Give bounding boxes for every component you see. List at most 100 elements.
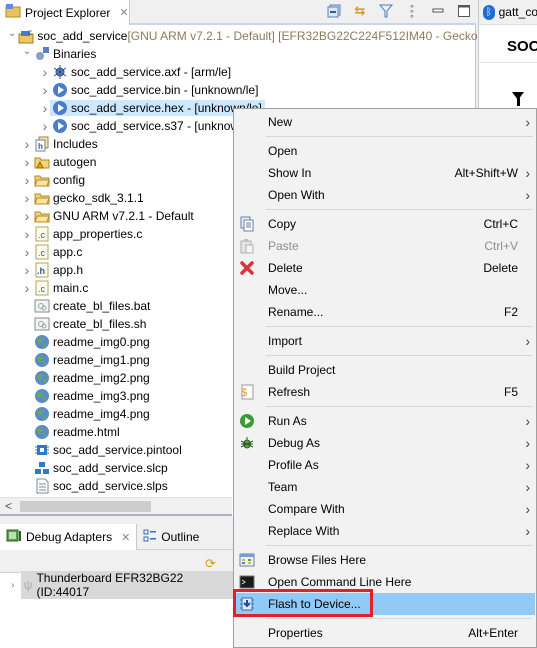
menu-item-shortcut: Delete bbox=[483, 261, 518, 275]
tree-item-content[interactable]: soc_add_service.slcp bbox=[32, 460, 171, 476]
tree-item-label: soc_add_service.slcp bbox=[53, 461, 168, 475]
collapse-all-icon[interactable] bbox=[326, 3, 342, 19]
chevron-right-icon[interactable]: › bbox=[40, 82, 50, 98]
tree-item-content[interactable]: gecko_sdk_3.1.1 bbox=[32, 190, 147, 206]
tree-item-content[interactable]: GNU ARM v7.2.1 - Default bbox=[32, 208, 197, 224]
tree-item-content[interactable]: readme_img3.png bbox=[32, 388, 153, 404]
tree-item-content[interactable]: autogen bbox=[32, 154, 99, 170]
tree-item-content[interactable]: config bbox=[32, 172, 88, 188]
filter-icon[interactable] bbox=[378, 3, 394, 19]
menu-item-show-in[interactable]: Show In Alt+Shift+W › bbox=[236, 162, 535, 184]
tree-item-content[interactable]: readme.html bbox=[32, 424, 123, 440]
chevron-right-icon[interactable]: › bbox=[40, 100, 50, 116]
menu-item-run-as[interactable]: Run As › bbox=[236, 410, 535, 432]
chevron-right-icon[interactable]: › bbox=[22, 226, 32, 242]
tree-item-content[interactable]: soc_add_service.pintool bbox=[32, 442, 185, 458]
copy-icon bbox=[239, 216, 255, 232]
menu-item-delete[interactable]: Delete Delete bbox=[236, 257, 535, 279]
menu-item-move[interactable]: Move... bbox=[236, 279, 535, 301]
chevron-right-icon[interactable]: › bbox=[22, 154, 32, 170]
chevron-right-icon[interactable]: › bbox=[40, 118, 50, 134]
menu-item-compare-with[interactable]: Compare With › bbox=[236, 498, 535, 520]
pintool-icon bbox=[34, 442, 50, 458]
menu-item-refresh[interactable]: $ Refresh F5 bbox=[236, 381, 535, 403]
chevron-right-icon[interactable]: › bbox=[22, 190, 32, 206]
tree-item-label: readme_img4.png bbox=[53, 407, 150, 421]
link-with-editor-icon[interactable]: ⇆ bbox=[352, 3, 368, 19]
menu-item-open-with[interactable]: Open With › bbox=[236, 184, 535, 206]
menu-item-copy[interactable]: Copy Ctrl+C bbox=[236, 213, 535, 235]
tree-item-label: soc_add_service.slps bbox=[53, 479, 168, 493]
folder-icon bbox=[34, 190, 50, 206]
menu-item-new[interactable]: New › bbox=[236, 111, 535, 133]
maximize-icon[interactable] bbox=[456, 3, 472, 19]
refresh-adapters-icon[interactable]: ⟳ bbox=[205, 556, 216, 572]
menu-item-profile-as[interactable]: Profile As › bbox=[236, 454, 535, 476]
tree-item[interactable]: ⌄ Csoc_add_service [GNU ARM v7.2.1 - Defa… bbox=[0, 27, 478, 45]
binary-play-icon bbox=[52, 82, 68, 98]
menu-item-properties[interactable]: Properties Alt+Enter bbox=[236, 622, 535, 644]
tree-item-content[interactable]: .c app_properties.c bbox=[32, 226, 145, 242]
chevron-right-icon[interactable]: › bbox=[22, 208, 32, 224]
tree-item-content[interactable]: .h app.h bbox=[32, 262, 86, 278]
tab-debug-adapters[interactable]: Debug Adapters ✕ bbox=[0, 524, 138, 550]
tree-item-content[interactable]: create_bl_files.bat bbox=[32, 298, 153, 314]
menu-item-debug-as[interactable]: Debug As › bbox=[236, 432, 535, 454]
scrollbar-thumb[interactable] bbox=[20, 501, 151, 512]
menu-item-open[interactable]: Open bbox=[236, 140, 535, 162]
menu-item-label: Open With bbox=[268, 188, 325, 202]
chevron-right-icon[interactable]: › bbox=[22, 172, 32, 188]
tree-item-content[interactable]: readme_img1.png bbox=[32, 352, 153, 368]
tree-item-content[interactable]: .c app.c bbox=[32, 244, 85, 260]
chevron-down-icon[interactable]: ⌄ bbox=[8, 28, 16, 39]
menu-item-import[interactable]: Import › bbox=[236, 330, 535, 352]
chevron-right-icon[interactable]: › bbox=[22, 280, 32, 296]
binaries-icon bbox=[34, 46, 50, 62]
tree-item-label: soc_add_service bbox=[37, 29, 128, 43]
tree-item[interactable]: › soc_add_service.axf - [arm/le] bbox=[0, 63, 476, 81]
tree-item-content[interactable]: Binaries bbox=[32, 46, 99, 62]
horizontal-scrollbar[interactable]: < bbox=[0, 497, 232, 514]
debug-adapter-row[interactable]: › ψ Thunderboard EFR32BG22 (ID:44017 bbox=[8, 571, 240, 599]
tree-item-decoration: [GNU ARM v7.2.1 - Default] [EFR32BG22C22… bbox=[127, 29, 478, 43]
chevron-right-icon[interactable]: › bbox=[22, 244, 32, 260]
svg-text:C: C bbox=[28, 31, 33, 37]
menu-item-team[interactable]: Team › bbox=[236, 476, 535, 498]
chevron-right-icon[interactable]: › bbox=[22, 262, 32, 278]
close-icon[interactable]: ✕ bbox=[121, 531, 130, 544]
close-icon[interactable]: ✕ bbox=[119, 6, 128, 19]
minimize-icon[interactable] bbox=[430, 3, 446, 19]
tree-item-label: readme.html bbox=[53, 425, 120, 439]
tree-item-content[interactable]: .c main.c bbox=[32, 280, 91, 296]
tree-item-content[interactable]: readme_img0.png bbox=[32, 334, 153, 350]
menu-item-label: Properties bbox=[268, 626, 323, 640]
menu-item-rename[interactable]: Rename... F2 bbox=[236, 301, 535, 323]
tree-item-content[interactable]: readme_img4.png bbox=[32, 406, 153, 422]
tree-item-content[interactable]: soc_add_service.axf - [arm/le] bbox=[50, 64, 234, 80]
tab-project-explorer[interactable]: Project Explorer ✕ bbox=[0, 0, 130, 25]
menu-item-label: Import bbox=[268, 334, 303, 348]
tab-gatt-configurator[interactable]: ᛒ gatt_co bbox=[479, 0, 537, 25]
scroll-left-icon[interactable]: < bbox=[5, 499, 12, 513]
menu-item-browse-files-here[interactable]: Browse Files Here bbox=[236, 549, 535, 571]
tree-item[interactable]: ⌄ Binaries bbox=[0, 45, 476, 63]
tree-item-content[interactable]: h Includes bbox=[32, 136, 101, 152]
menu-item-build-project[interactable]: Build Project bbox=[236, 359, 535, 381]
menu-item-replace-with[interactable]: Replace With › bbox=[236, 520, 535, 542]
chevron-right-icon[interactable]: › bbox=[22, 136, 32, 152]
tab-outline[interactable]: Outline bbox=[137, 524, 205, 550]
tab-label: Outline bbox=[161, 530, 200, 544]
tree-item-content[interactable]: soc_add_service.bin - [unknown/le] bbox=[50, 82, 261, 98]
chevron-right-icon[interactable]: › bbox=[8, 580, 18, 591]
tree-item[interactable]: › soc_add_service.bin - [unknown/le] bbox=[0, 81, 476, 99]
chevron-down-icon[interactable]: ⌄ bbox=[22, 46, 32, 57]
menu-item-label: Move... bbox=[268, 283, 308, 297]
chevron-right-icon[interactable]: › bbox=[40, 64, 50, 80]
tree-item-content[interactable]: readme_img2.png bbox=[32, 370, 153, 386]
tree-item-content[interactable]: Csoc_add_service [GNU ARM v7.2.1 - Defau… bbox=[16, 28, 480, 44]
tree-item-content[interactable]: soc_add_service.slps bbox=[32, 478, 171, 494]
view-menu-icon[interactable]: ∘ ∘ ∘ bbox=[404, 1, 420, 20]
menu-item-label: Replace With bbox=[268, 524, 340, 538]
tree-item-content[interactable]: create_bl_files.sh bbox=[32, 316, 149, 332]
tree-item-label: soc_add_service.pintool bbox=[53, 443, 182, 457]
